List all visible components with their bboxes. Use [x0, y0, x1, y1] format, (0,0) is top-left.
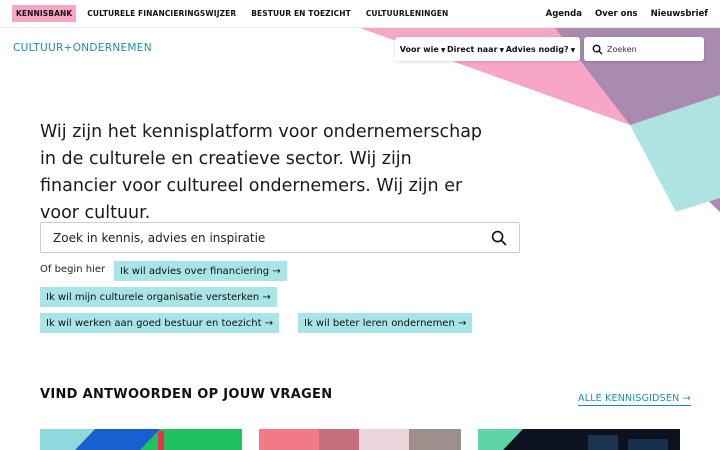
- section-title: VIND ANTWOORDEN OP JOUW VRAGEN: [40, 387, 333, 402]
- card-image-2: [259, 429, 461, 450]
- guide-card-1[interactable]: [40, 429, 242, 450]
- search-icon: [592, 44, 603, 55]
- chip-organisatie-versterken[interactable]: Ik wil mijn culturele organisatie verste…: [40, 287, 277, 307]
- nav-advies-nodig[interactable]: Advies nodig? ▼: [506, 45, 576, 54]
- site-logo[interactable]: CULTUUR+ONDERNEMEN: [13, 42, 152, 54]
- utility-bar: KENNISBANK CULTURELE FINANCIERINGSWIJZER…: [0, 0, 720, 28]
- card-image-3: [478, 429, 680, 450]
- hero-intro: Wij zijn het kennisplatform voor onderne…: [40, 122, 483, 223]
- kennis-search-input[interactable]: Zoek in kennis, advies en inspiratie: [40, 222, 520, 253]
- chip-advies-financiering[interactable]: Ik wil advies over financiering →: [114, 261, 287, 281]
- begin-label: Of begin hier: [40, 264, 106, 275]
- chip-beter-ondernemen[interactable]: Ik wil beter leren ondernemen →: [298, 313, 473, 333]
- tag-bestuur-en-toezicht[interactable]: BESTUUR EN TOEZICHT: [247, 5, 355, 22]
- main-nav: Voor wie ▼ Direct naar ▼ Advies nodig? ▼: [395, 37, 580, 61]
- nav-label: Advies nodig?: [505, 44, 569, 54]
- tag-kennisbank[interactable]: KENNISBANK: [12, 5, 77, 22]
- tag-culturele-financieringswijzer[interactable]: CULTURELE FINANCIERINGSWIJZER: [83, 5, 240, 22]
- search-placeholder: Zoeken: [607, 44, 637, 54]
- search-icon[interactable]: [491, 230, 507, 246]
- link-nieuwsbrief[interactable]: Nieuwsbrief: [651, 9, 708, 19]
- nav-direct-naar[interactable]: Direct naar ▼: [447, 45, 504, 54]
- card-image-1: [40, 429, 242, 450]
- guide-card-3[interactable]: [478, 429, 680, 450]
- guide-card-2[interactable]: [259, 429, 461, 450]
- link-over-ons[interactable]: Over ons: [595, 9, 638, 19]
- tag-cultuurleningen[interactable]: CULTUURLENINGEN: [362, 5, 453, 22]
- link-agenda[interactable]: Agenda: [546, 9, 582, 19]
- nav-voor-wie[interactable]: Voor wie ▼: [400, 45, 446, 54]
- caret-down-icon: ▼: [499, 46, 505, 54]
- caret-down-icon: ▼: [440, 46, 446, 54]
- nav-label: Voor wie: [399, 44, 439, 54]
- caret-down-icon: ▼: [570, 46, 576, 54]
- utility-links: Agenda Over ons Nieuwsbrief: [546, 9, 708, 19]
- nav-label: Direct naar: [446, 44, 498, 54]
- chip-bestuur-toezicht[interactable]: Ik wil werken aan goed bestuur en toezic…: [40, 313, 280, 333]
- kennis-search-placeholder: Zoek in kennis, advies en inspiratie: [53, 230, 266, 245]
- all-kennisgidsen-link[interactable]: ALLE KENNISGIDSEN →: [578, 393, 691, 406]
- header-search-input[interactable]: Zoeken: [584, 37, 704, 61]
